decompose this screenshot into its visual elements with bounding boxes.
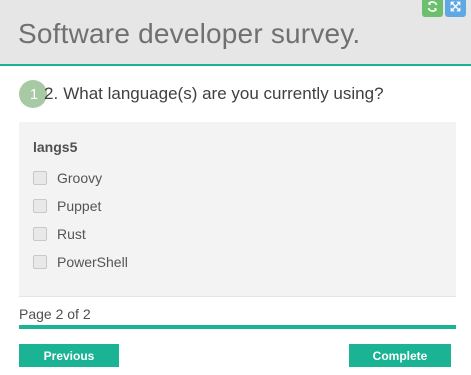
- refresh-button[interactable]: [422, 0, 443, 17]
- question-heading: 1 2. What language(s) are you currently …: [19, 80, 384, 108]
- question-badge: 1: [19, 80, 47, 108]
- choice-label: Groovy: [57, 170, 103, 186]
- expand-button[interactable]: [445, 0, 466, 17]
- checkbox[interactable]: [33, 227, 47, 241]
- divider: [19, 296, 456, 297]
- survey-page: Software developer survey. 1 2. What lan…: [0, 0, 471, 375]
- choice-rust[interactable]: Rust: [33, 226, 86, 242]
- checkbox[interactable]: [33, 171, 47, 185]
- choice-label: PowerShell: [57, 254, 128, 270]
- choice-puppet[interactable]: Puppet: [33, 198, 101, 214]
- complete-button[interactable]: Complete: [349, 344, 451, 367]
- header-tools: [422, 0, 466, 17]
- expand-icon: [450, 1, 461, 12]
- refresh-icon: [427, 1, 438, 12]
- question-text: What language(s) are you currently using…: [63, 84, 384, 103]
- progress-bar: [19, 325, 456, 329]
- checkbox[interactable]: [33, 255, 47, 269]
- page-indicator: Page 2 of 2: [19, 306, 91, 322]
- survey-header: Software developer survey.: [0, 0, 471, 66]
- panel-title: langs5: [33, 139, 78, 155]
- choice-powershell[interactable]: PowerShell: [33, 254, 128, 270]
- question-number: 2.: [44, 84, 59, 103]
- choice-label: Puppet: [57, 198, 102, 214]
- choice-groovy[interactable]: Groovy: [33, 170, 102, 186]
- previous-button[interactable]: Previous: [19, 344, 119, 367]
- survey-title: Software developer survey.: [18, 18, 361, 49]
- checkbox[interactable]: [33, 199, 47, 213]
- choice-label: Rust: [57, 226, 86, 242]
- progress-fill: [19, 325, 456, 329]
- checkbox-panel: langs5 Groovy Puppet Rust PowerShell: [19, 122, 456, 296]
